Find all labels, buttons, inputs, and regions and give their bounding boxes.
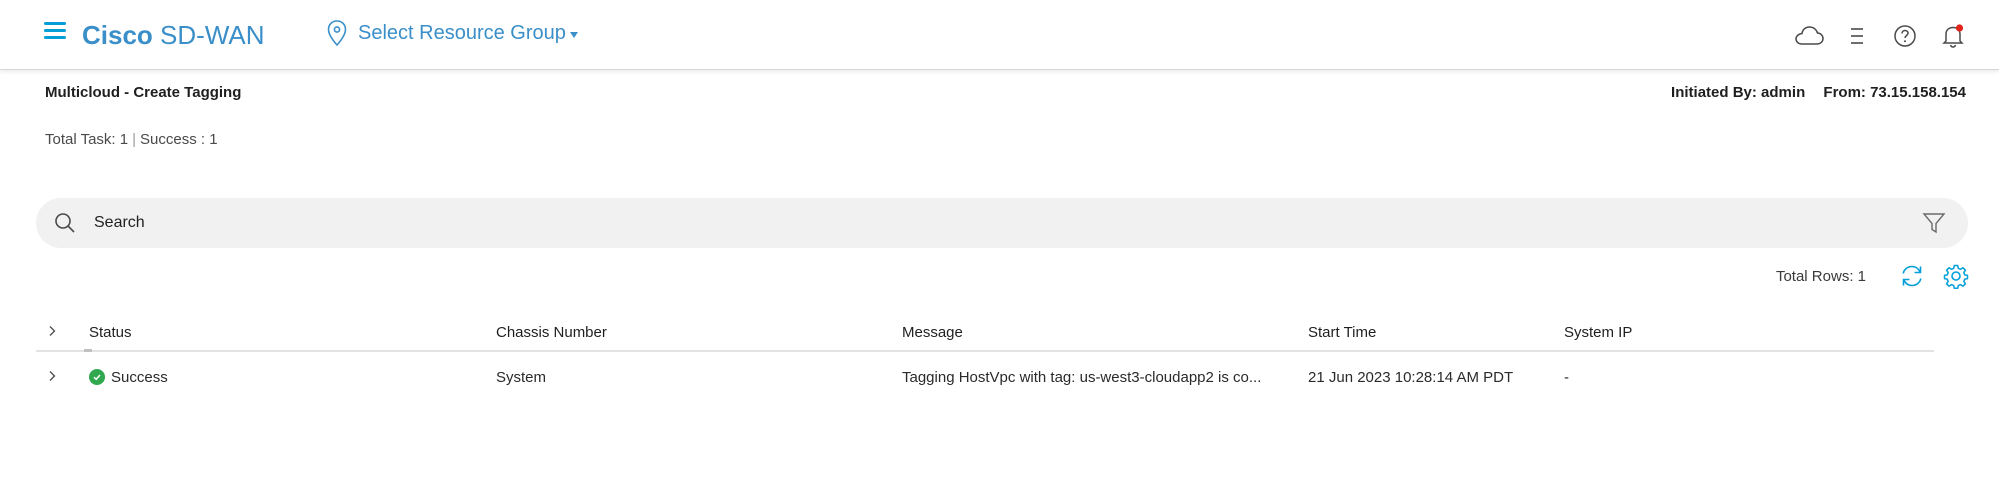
resource-group-label: Select Resource Group bbox=[358, 21, 566, 44]
expand-row-chevron-icon[interactable] bbox=[46, 370, 58, 382]
initiated-by: Initiated By: admin bbox=[1671, 84, 1806, 101]
success-check-icon bbox=[89, 369, 105, 385]
help-icon[interactable] bbox=[1889, 20, 1921, 52]
header-actions bbox=[1777, 20, 1969, 52]
row-status-text: Success bbox=[111, 368, 168, 386]
resource-group-selector[interactable]: Select Resource Group bbox=[326, 18, 578, 48]
brand-name-product: SD-WAN bbox=[160, 20, 265, 50]
summary-separator: | bbox=[132, 131, 137, 148]
gear-icon[interactable] bbox=[1943, 263, 1969, 289]
row-system-ip: - bbox=[1564, 368, 1569, 386]
row-status: Success bbox=[89, 352, 168, 402]
refresh-icon[interactable] bbox=[1899, 263, 1925, 289]
expand-all-chevron-icon[interactable] bbox=[46, 325, 58, 337]
filter-icon[interactable] bbox=[1922, 211, 1946, 235]
search-bar bbox=[36, 198, 1968, 248]
table-header: Status Chassis Number Message Start Time… bbox=[36, 315, 1934, 352]
caret-down-icon bbox=[569, 32, 578, 38]
list-icon[interactable] bbox=[1841, 20, 1873, 52]
success-count: Success : 1 bbox=[140, 131, 218, 148]
page-title: Multicloud - Create Tagging bbox=[45, 84, 242, 101]
row-start-time: 21 Jun 2023 10:28:14 AM PDT bbox=[1308, 368, 1514, 386]
brand-name-bold: Cisco bbox=[82, 20, 153, 50]
cloud-icon[interactable] bbox=[1793, 20, 1825, 52]
column-header-system-ip[interactable]: System IP bbox=[1564, 315, 1632, 350]
column-header-start-time[interactable]: Start Time bbox=[1308, 315, 1376, 350]
table-row[interactable]: Success System Tagging HostVpc with tag:… bbox=[36, 352, 1934, 402]
task-table: Status Chassis Number Message Start Time… bbox=[36, 315, 1934, 402]
search-input[interactable] bbox=[94, 214, 1922, 232]
task-summary: Total Task: 1 | Success : 1 bbox=[45, 131, 218, 148]
source-ip: From: 73.15.158.154 bbox=[1823, 84, 1966, 101]
row-message: Tagging HostVpc with tag: us-west3-cloud… bbox=[902, 368, 1262, 386]
column-header-status[interactable]: Status bbox=[89, 315, 132, 350]
task-initiator-info: Initiated By: admin From: 73.15.158.154 bbox=[1657, 84, 1966, 101]
top-navigation-bar: Cisco SD-WAN Select Resource Group bbox=[0, 0, 1999, 70]
total-rows: Total Rows: 1 bbox=[1775, 268, 1866, 285]
hamburger-menu-icon[interactable] bbox=[44, 22, 66, 40]
bell-icon[interactable] bbox=[1937, 20, 1969, 52]
row-chassis-number: System bbox=[496, 368, 547, 386]
search-icon bbox=[55, 213, 75, 233]
brand-logo[interactable]: Cisco SD-WAN bbox=[82, 20, 265, 51]
map-pin-icon bbox=[327, 20, 347, 47]
column-header-message[interactable]: Message bbox=[902, 315, 963, 350]
total-task-count: Total Task: 1 bbox=[45, 131, 129, 148]
column-header-chassis-number[interactable]: Chassis Number bbox=[496, 315, 607, 350]
